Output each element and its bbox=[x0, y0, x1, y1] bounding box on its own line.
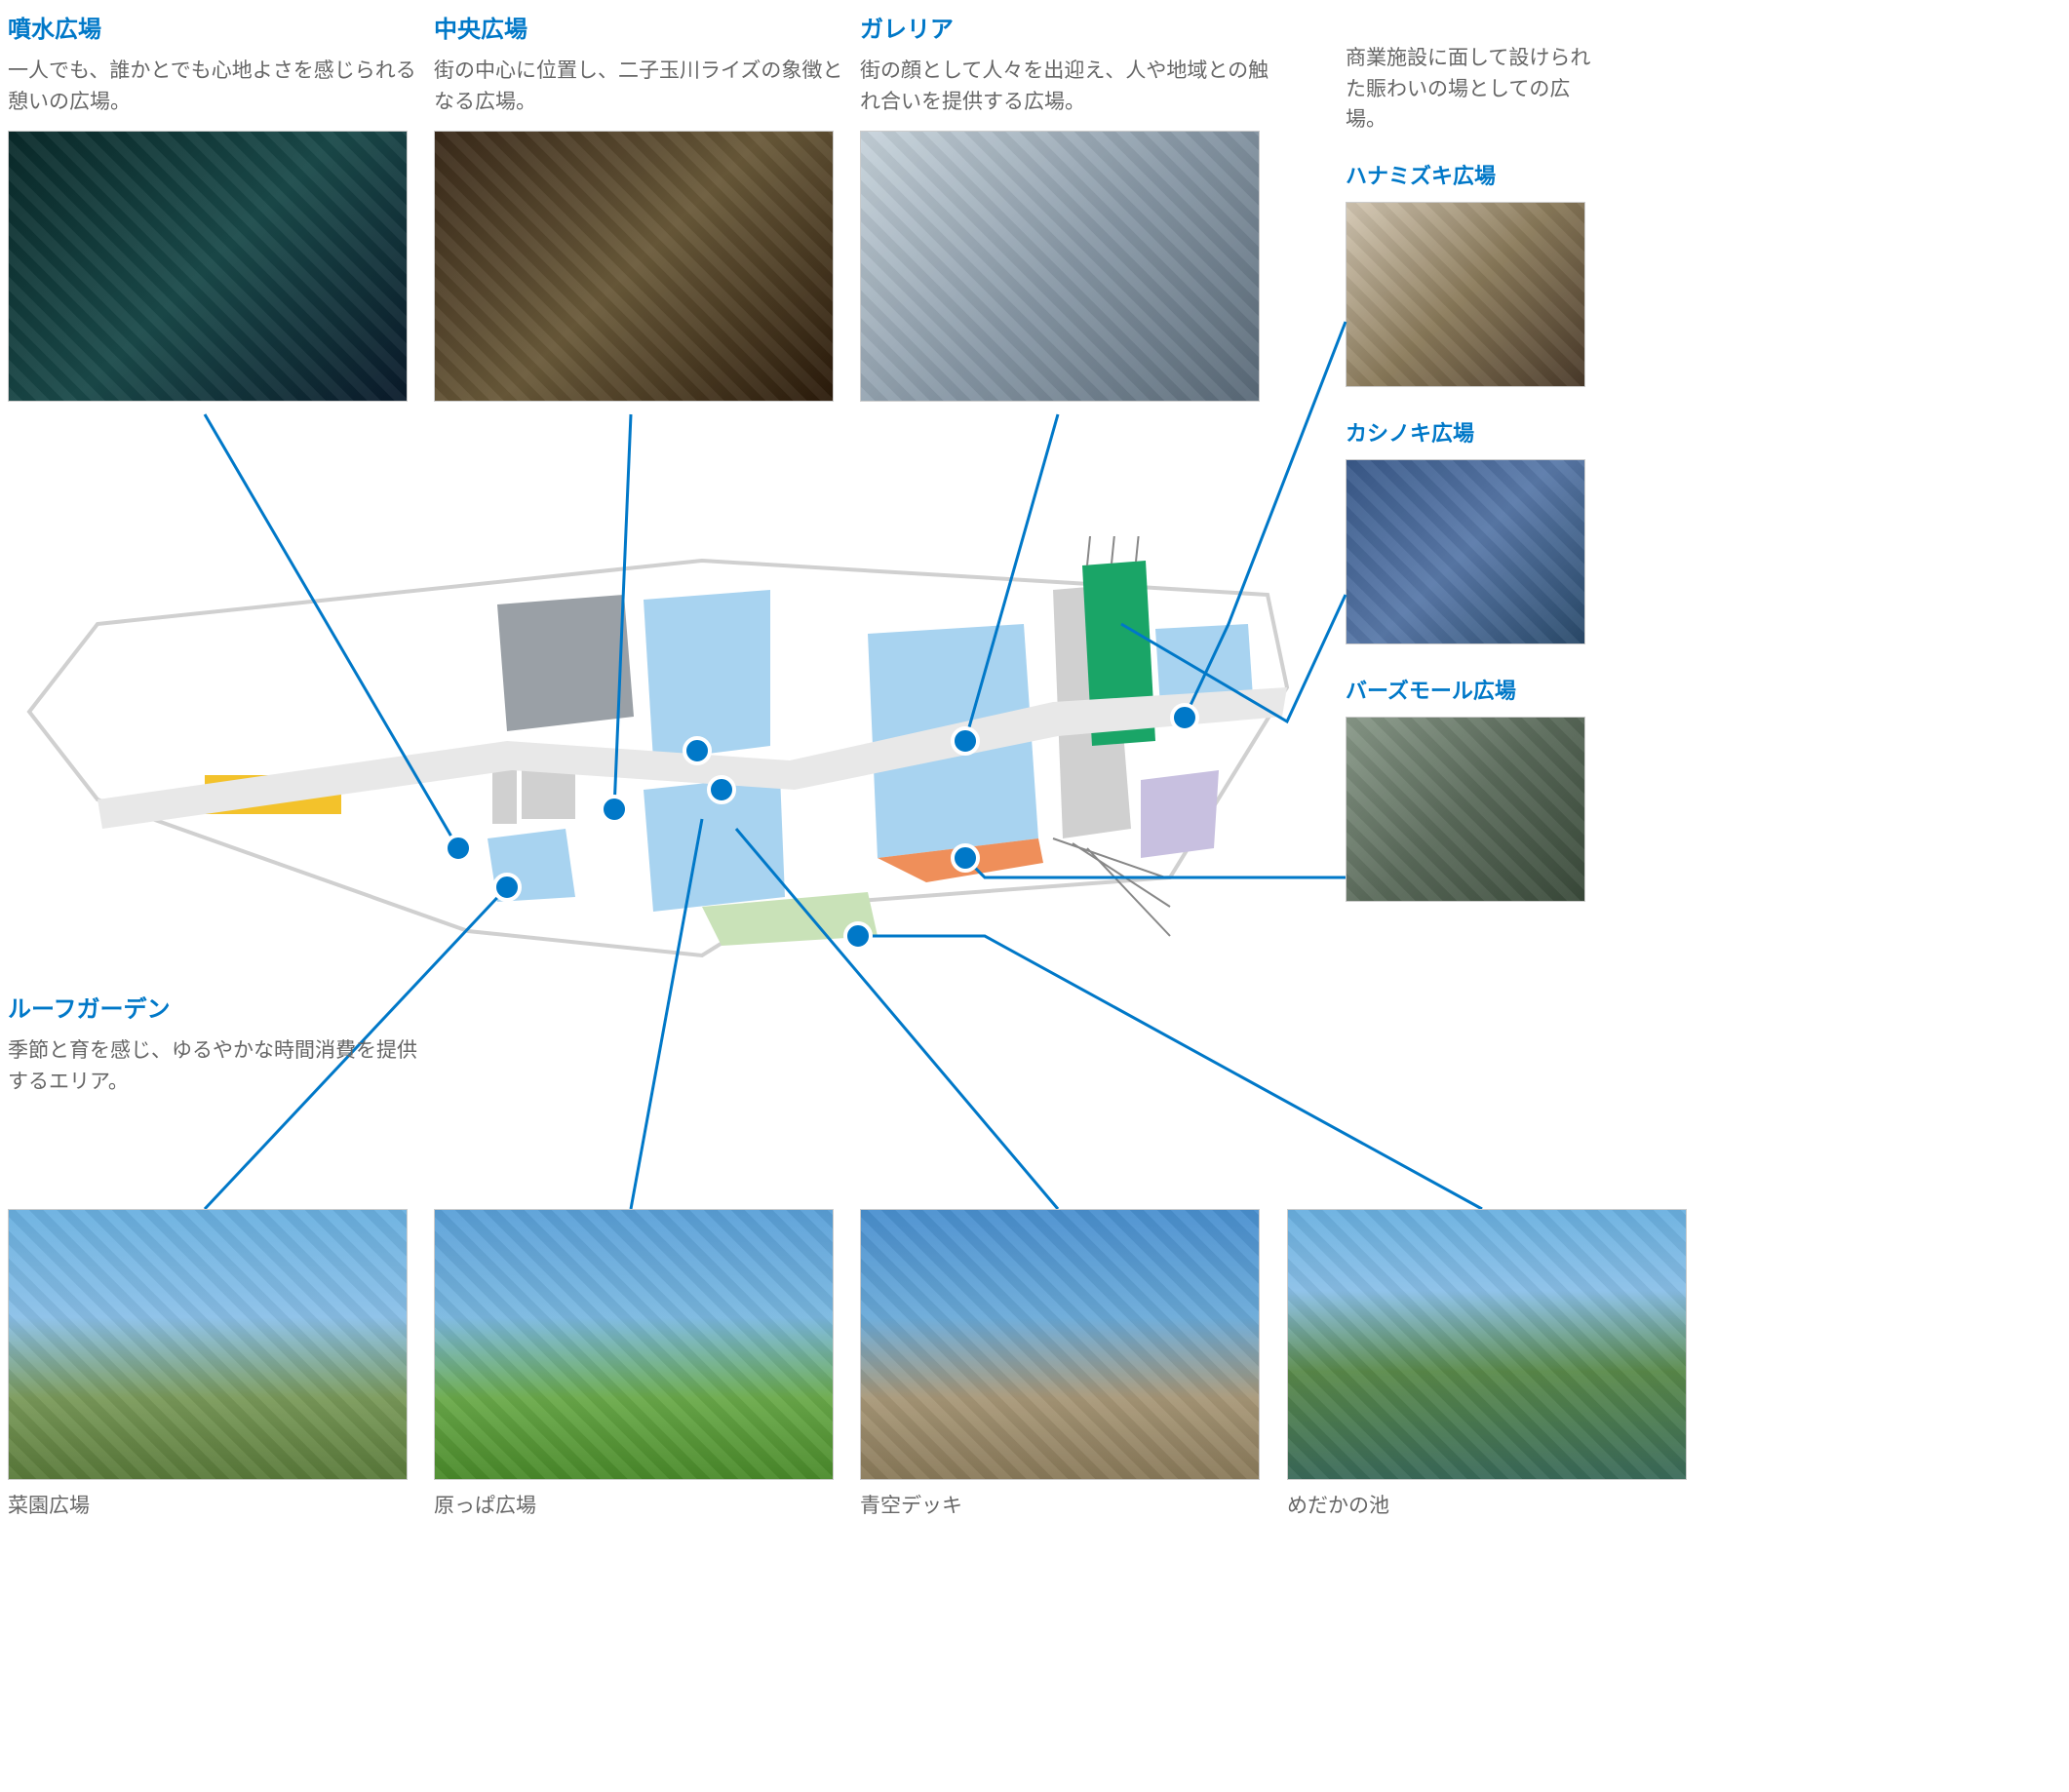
birdsmall-title: バーズモール広場 bbox=[1346, 674, 1599, 705]
fountain-image bbox=[8, 131, 408, 402]
roof-garden-desc: 季節と育を感じ、ゆるやかな時間消費を提供するエリア。 bbox=[8, 1035, 427, 1097]
saien-image bbox=[8, 1209, 408, 1480]
fountain-title: 噴水広場 bbox=[8, 10, 417, 44]
birdsmall-image bbox=[1346, 717, 1585, 902]
saien-card: 菜園広場 bbox=[8, 1209, 417, 1519]
central-title: 中央広場 bbox=[434, 10, 843, 44]
harappa-card: 原っぱ広場 bbox=[434, 1209, 843, 1519]
map-svg bbox=[20, 536, 1307, 1024]
right-column: 商業施設に面して設けられた賑わいの場としての広場。 ハナミズキ広場 カシノキ広場… bbox=[1346, 43, 1599, 902]
kashinoki-title: カシノキ広場 bbox=[1346, 416, 1599, 448]
fountain-desc: 一人でも、誰かとでも心地よさを感じられる憩いの広場。 bbox=[8, 56, 417, 117]
roof-garden-title: ルーフガーデン bbox=[8, 990, 427, 1024]
aozora-image bbox=[860, 1209, 1260, 1480]
kashinoki-image bbox=[1346, 459, 1585, 644]
galleria-desc: 街の顔として人々を出迎え、人や地域との触れ合いを提供する広場。 bbox=[860, 56, 1269, 117]
galleria-card: ガレリア 街の顔として人々を出迎え、人や地域との触れ合いを提供する広場。 bbox=[860, 10, 1269, 402]
hanamizuki-title: ハナミズキ広場 bbox=[1346, 159, 1599, 190]
galleria-title: ガレリア bbox=[860, 10, 1269, 44]
medaka-image bbox=[1287, 1209, 1687, 1480]
harappa-image bbox=[434, 1209, 834, 1480]
aozora-card: 青空デッキ bbox=[860, 1209, 1269, 1519]
roof-garden-card: ルーフガーデン 季節と育を感じ、ゆるやかな時間消費を提供するエリア。 bbox=[8, 990, 427, 1110]
central-desc: 街の中心に位置し、二子玉川ライズの象徴となる広場。 bbox=[434, 56, 843, 117]
harappa-label: 原っぱ広場 bbox=[434, 1490, 843, 1519]
hanamizuki-image bbox=[1346, 202, 1585, 387]
aozora-label: 青空デッキ bbox=[860, 1490, 1269, 1519]
site-map bbox=[20, 536, 1307, 1024]
fountain-card: 噴水広場 一人でも、誰かとでも心地よさを感じられる憩いの広場。 bbox=[8, 10, 417, 402]
saien-label: 菜園広場 bbox=[8, 1490, 417, 1519]
medaka-card: めだかの池 bbox=[1287, 1209, 1697, 1519]
central-card: 中央広場 街の中心に位置し、二子玉川ライズの象徴となる広場。 bbox=[434, 10, 843, 402]
right-desc: 商業施設に面して設けられた賑わいの場としての広場。 bbox=[1346, 43, 1599, 136]
central-image bbox=[434, 131, 834, 402]
medaka-label: めだかの池 bbox=[1287, 1490, 1697, 1519]
galleria-image bbox=[860, 131, 1260, 402]
